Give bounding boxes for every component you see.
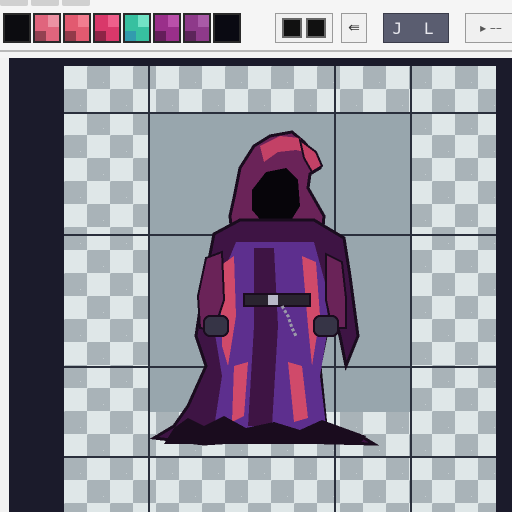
back-button[interactable]: ⇚ [341, 13, 367, 43]
sprite-hooded-figure [149, 130, 380, 446]
palette-swatch[interactable] [3, 13, 31, 43]
jl-button[interactable]: J L [383, 13, 449, 43]
palette-swatch[interactable] [153, 13, 181, 43]
menu-tab-stub[interactable] [62, 0, 90, 6]
belt-buckle [268, 295, 278, 305]
arrow-left-icon: ⇚ [348, 20, 360, 36]
palette-swatch[interactable] [33, 13, 61, 43]
palette-swatch[interactable] [183, 13, 211, 43]
secondary-color-swatch[interactable] [306, 18, 326, 38]
drawing-canvas[interactable] [64, 66, 496, 512]
jl-label: J L [392, 18, 440, 38]
primary-color-swatch[interactable] [282, 18, 302, 38]
palette-swatch[interactable] [93, 13, 121, 43]
toolbar-divider [0, 50, 512, 52]
play-icon: ▸ –– [480, 21, 502, 35]
mini-swatch-group [275, 13, 333, 43]
right-glove [313, 315, 339, 337]
left-glove [203, 315, 229, 337]
palette-swatch[interactable] [123, 13, 151, 43]
color-palette [3, 13, 241, 43]
playback-button[interactable]: ▸ –– [465, 13, 512, 43]
palette-swatch[interactable] [213, 13, 241, 43]
top-toolbar: ⇚ J L ▸ –– [0, 0, 512, 58]
menu-tab-stub[interactable] [0, 0, 28, 6]
menu-tab-stub[interactable] [31, 0, 59, 6]
menu-tab-stubs [0, 0, 120, 7]
palette-swatch[interactable] [63, 13, 91, 43]
